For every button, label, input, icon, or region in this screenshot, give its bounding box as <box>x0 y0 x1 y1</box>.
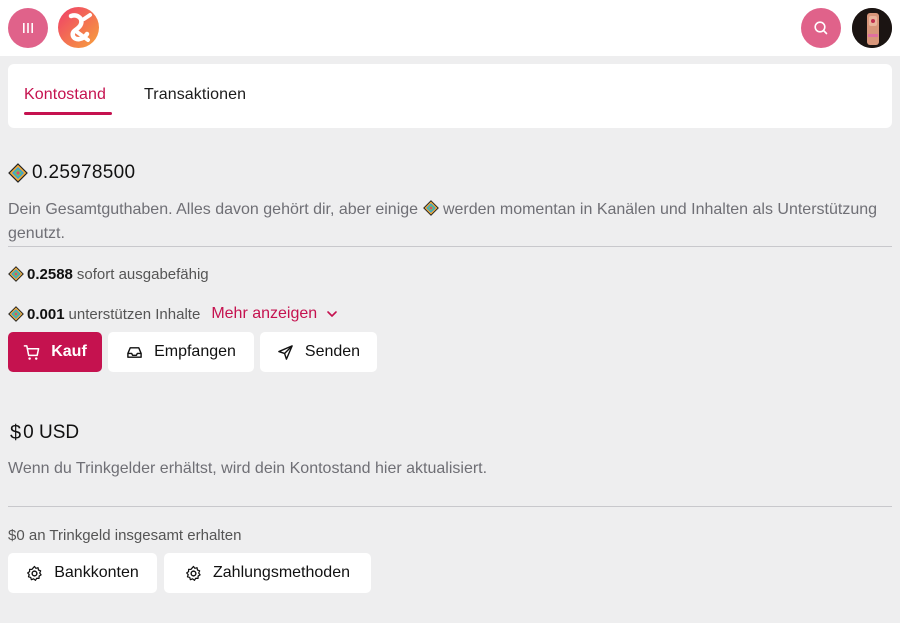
tab-transaktionen[interactable]: Transaktionen <box>144 86 246 104</box>
divider <box>8 506 892 507</box>
credits-inline-icon <box>422 200 439 216</box>
credits-description: Dein Gesamtguthaben. Alles davon gehört … <box>8 200 878 242</box>
spendable-label: sofort ausgabefähig <box>76 265 209 283</box>
credits-total: 0.25978500 <box>32 162 136 183</box>
search-icon <box>814 21 828 35</box>
gear-icon <box>27 565 42 581</box>
cart-icon <box>23 344 40 360</box>
credits-icon <box>8 266 24 282</box>
credits-balance: 0.25978500 <box>8 160 135 186</box>
tips-total: $0 an Trinkgeld insgesamt erhalten <box>8 526 242 544</box>
credits-icon <box>8 163 28 183</box>
search-button[interactable] <box>801 8 841 48</box>
dollar-icon: $ <box>10 421 22 444</box>
avatar-image <box>852 8 892 48</box>
chevron-down-icon <box>327 311 337 317</box>
payment-methods-button[interactable]: Zahlungsmethoden <box>164 553 371 593</box>
gear-icon <box>186 565 201 581</box>
divider <box>8 246 892 247</box>
supporting-amount: 0.001 <box>27 305 65 323</box>
receive-button[interactable]: Empfangen <box>108 332 254 372</box>
tab-kontostand[interactable]: Kontostand <box>24 86 106 104</box>
top-bar <box>0 0 900 56</box>
menu-button[interactable] <box>8 8 48 48</box>
send-icon <box>278 344 293 360</box>
supporting-row: 0.001 unterstützen Inhalte Mehr anzeigen <box>8 303 339 325</box>
wallet-tabs: Kontostand Transaktionen <box>8 64 892 128</box>
usd-description: Wenn du Trinkgelder erhältst, wird dein … <box>8 460 488 477</box>
inbox-icon <box>127 346 142 358</box>
spendable-row: 0.2588 sofort ausgabefähig <box>8 263 209 285</box>
user-avatar[interactable] <box>852 8 892 48</box>
spendable-amount: 0.2588 <box>27 265 73 283</box>
credits-icon <box>8 306 24 322</box>
send-button[interactable]: Senden <box>260 332 377 372</box>
home-logo[interactable] <box>57 6 100 49</box>
usd-balance: $ 0 USD <box>8 420 79 446</box>
menu-icon <box>23 23 33 33</box>
active-tab-indicator <box>24 112 112 115</box>
show-more-link[interactable]: Mehr anzeigen <box>211 305 339 323</box>
odysee-logo <box>58 7 99 48</box>
supporting-label: unterstützen Inhalte <box>68 305 201 323</box>
bank-accounts-button[interactable]: Bankkonten <box>8 553 157 593</box>
buy-button[interactable]: Kauf <box>8 332 102 372</box>
usd-total: 0 USD <box>23 422 80 443</box>
